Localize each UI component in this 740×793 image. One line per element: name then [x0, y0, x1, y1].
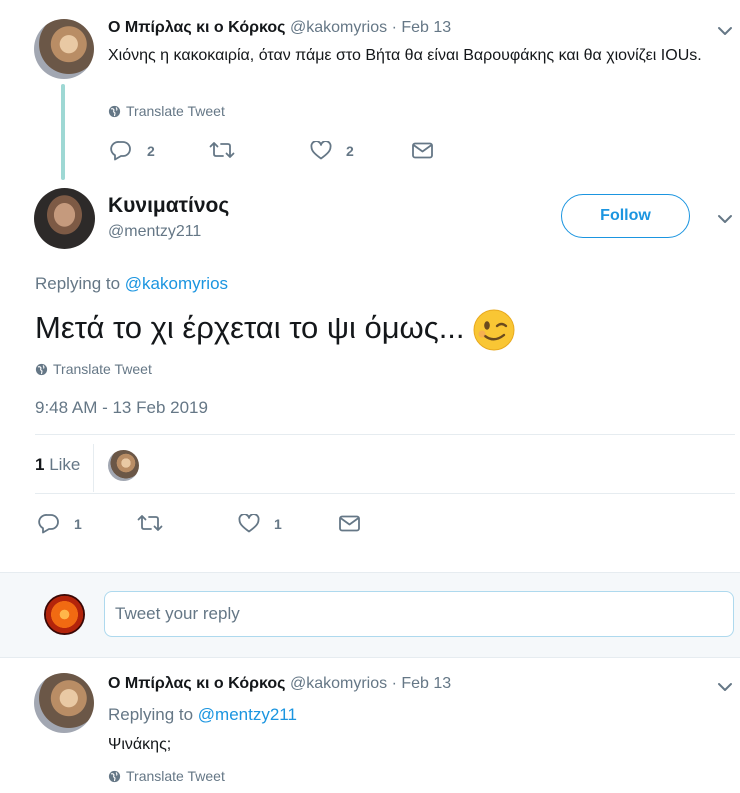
- globe-icon: [108, 770, 121, 782]
- like-action[interactable]: 2: [310, 141, 354, 160]
- envelope-icon: [412, 142, 433, 159]
- follow-button[interactable]: Follow: [561, 194, 690, 238]
- tweet-timestamp[interactable]: 9:48 AM - 13 Feb 2019: [35, 398, 208, 418]
- reply-action[interactable]: 2: [110, 140, 155, 161]
- likes-count: 1: [35, 455, 45, 474]
- like-count: 2: [346, 142, 354, 159]
- reply-count: 2: [147, 142, 155, 159]
- display-name[interactable]: Κυνιματίνος: [108, 194, 229, 218]
- tweet-reply-input[interactable]: Tweet your reply: [104, 591, 734, 637]
- like-count: 1: [274, 515, 282, 532]
- user-handle[interactable]: @kakomyrios: [290, 19, 387, 36]
- reply-action[interactable]: 1: [38, 513, 82, 534]
- translate-tweet[interactable]: Translate Tweet: [108, 103, 225, 119]
- reply-icon: [38, 514, 59, 534]
- tweet-text: Μετά το χι έρχεται το ψι όμως...: [35, 305, 515, 351]
- heart-icon: [310, 141, 332, 160]
- reply-icon: [110, 141, 131, 161]
- chevron-down-icon[interactable]: [717, 25, 733, 37]
- heart-icon: [238, 514, 260, 533]
- globe-icon: [35, 363, 48, 375]
- envelope-icon: [339, 515, 360, 532]
- divider: [35, 434, 735, 435]
- tweet-date[interactable]: Feb 13: [401, 19, 451, 36]
- chevron-down-icon[interactable]: [717, 213, 733, 225]
- user-handle[interactable]: @mentzy211: [108, 223, 201, 241]
- message-action[interactable]: [339, 515, 360, 532]
- translate-tweet[interactable]: Translate Tweet: [35, 361, 152, 377]
- replying-prefix: Replying to: [108, 705, 194, 724]
- retweet-action[interactable]: [209, 140, 235, 160]
- divider: [35, 493, 735, 494]
- likes-stat[interactable]: 1 Like: [35, 455, 80, 475]
- replying-to-link[interactable]: @kakomyrios: [125, 274, 228, 293]
- winking-face-emoji: [473, 309, 515, 351]
- tweet-header: Ο Μπίρλας κι ο Κόρκος @kakomyrios · Feb …: [108, 675, 451, 693]
- translate-label: Translate Tweet: [53, 361, 152, 377]
- tweet-text: Ψινάκης;: [108, 736, 172, 753]
- tweet-text: Χιόνης η κακοκαιρία, όταν πάμε στο Βήτα …: [108, 47, 702, 64]
- liker-avatar[interactable]: [108, 450, 139, 481]
- separator: ·: [391, 675, 397, 692]
- user-handle[interactable]: @kakomyrios: [290, 675, 387, 692]
- user-avatar[interactable]: [44, 594, 85, 635]
- translate-tweet[interactable]: Translate Tweet: [108, 768, 225, 784]
- replying-to: Replying to @mentzy211: [108, 705, 297, 725]
- translate-label: Translate Tweet: [126, 768, 225, 784]
- divider-vertical: [93, 444, 94, 492]
- retweet-icon: [209, 142, 235, 158]
- likes-label: Like: [49, 455, 81, 474]
- replying-prefix: Replying to: [35, 274, 121, 293]
- display-name[interactable]: Ο Μπίρλας κι ο Κόρκος: [108, 19, 286, 36]
- tweet-text-body: Μετά το χι έρχεται το ψι όμως...: [35, 310, 465, 345]
- avatar[interactable]: [34, 673, 94, 733]
- translate-label: Translate Tweet: [126, 103, 225, 119]
- separator: ·: [391, 19, 397, 36]
- tweet-header: Ο Μπίρλας κι ο Κόρκος @kakomyrios · Feb …: [108, 19, 451, 37]
- display-name[interactable]: Ο Μπίρλας κι ο Κόρκος: [108, 675, 286, 692]
- avatar[interactable]: [34, 19, 94, 79]
- retweet-icon: [137, 515, 163, 531]
- replying-to-link[interactable]: @mentzy211: [198, 705, 297, 724]
- avatar[interactable]: [34, 188, 95, 249]
- retweet-action[interactable]: [137, 513, 163, 533]
- tweet-date[interactable]: Feb 13: [401, 675, 451, 692]
- replying-to: Replying to @kakomyrios: [35, 274, 228, 294]
- message-action[interactable]: [412, 142, 433, 159]
- reply-count: 1: [74, 515, 82, 532]
- like-action[interactable]: 1: [238, 514, 282, 533]
- globe-icon: [108, 105, 121, 117]
- thread-line: [61, 84, 65, 180]
- chevron-down-icon[interactable]: [717, 681, 733, 693]
